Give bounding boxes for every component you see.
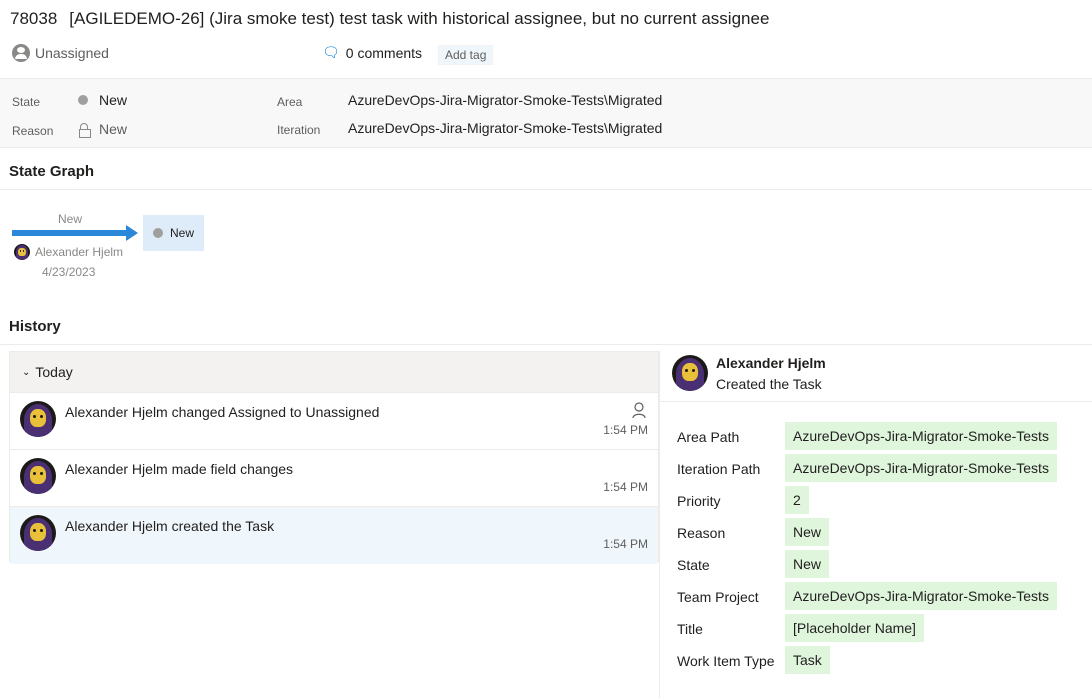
area-label: Area xyxy=(277,95,303,109)
field-changes-list: Area Path AzureDevOps-Jira-Migrator-Smok… xyxy=(677,422,1087,678)
avatar xyxy=(14,244,30,260)
field-change-value: New xyxy=(785,518,830,546)
history-item[interactable]: Alexander Hjelm created the Task 1:54 PM xyxy=(10,507,658,564)
detail-divider xyxy=(660,401,1092,402)
reason-label: Reason xyxy=(12,124,54,138)
field-change-row: Priority 2 xyxy=(677,486,1087,518)
field-change-value: AzureDevOps-Jira-Migrator-Smoke-Tests xyxy=(785,454,1057,482)
detail-action: Created the Task xyxy=(716,376,822,392)
field-change-label: Team Project xyxy=(677,589,759,605)
field-change-label: Priority xyxy=(677,493,721,509)
unassigned-avatar-icon xyxy=(12,44,30,62)
field-change-row: Iteration Path AzureDevOps-Jira-Migrator… xyxy=(677,454,1087,486)
work-item-title-row: 78038 [AGILEDEMO-26] (Jira smoke test) te… xyxy=(10,9,769,29)
reason-value: New xyxy=(99,121,128,137)
comment-icon: 🗨 xyxy=(322,44,340,60)
transition-user: Alexander Hjelm xyxy=(14,244,123,260)
field-change-label: Area Path xyxy=(677,429,740,445)
field-change-row: Area Path AzureDevOps-Jira-Migrator-Smok… xyxy=(677,422,1087,454)
state-value: New xyxy=(99,92,128,108)
history-item-time: 1:54 PM xyxy=(603,423,648,437)
history-detail-header: Alexander Hjelm Created the Task xyxy=(672,355,1092,401)
transition-user-name: Alexander Hjelm xyxy=(35,245,124,259)
field-change-label: Title xyxy=(677,621,703,637)
field-change-row: Work Item Type Task xyxy=(677,646,1087,678)
transition-date: 4/23/2023 xyxy=(42,265,96,279)
avatar xyxy=(20,515,56,551)
state-graph-title: State Graph xyxy=(9,163,95,180)
field-change-row: State New xyxy=(677,550,1087,582)
history-title: History xyxy=(9,318,61,335)
history-item[interactable]: Alexander Hjelm changed Assigned to Unas… xyxy=(10,393,658,450)
comments-count: 0 comments xyxy=(345,44,423,61)
state-dot-icon xyxy=(153,228,163,238)
field-change-value: New xyxy=(785,550,830,578)
field-change-label: State xyxy=(677,557,710,573)
history-item-text: Alexander Hjelm changed Assigned to Unas… xyxy=(65,404,380,420)
lock-icon xyxy=(79,122,91,138)
chevron-down-icon: ⌄ xyxy=(22,366,31,378)
field-change-value: [Placeholder Name] xyxy=(785,614,924,642)
history-item-text: Alexander Hjelm created the Task xyxy=(65,518,275,534)
work-item-header: 78038 [AGILEDEMO-26] (Jira smoke test) te… xyxy=(0,0,1092,78)
avatar xyxy=(672,355,708,391)
person-icon xyxy=(632,402,646,418)
history-group-label: Today xyxy=(35,364,73,380)
field-change-value: 2 xyxy=(785,486,809,514)
reason-field: New xyxy=(79,121,128,138)
work-item-title[interactable]: [AGILEDEMO-26] (Jira smoke test) test ta… xyxy=(69,9,769,28)
history-list: ⌄ Today Alexander Hjelm changed Assigned… xyxy=(9,351,659,564)
field-change-label: Reason xyxy=(677,525,726,541)
field-change-label: Iteration Path xyxy=(677,461,761,477)
work-item-id: 78038 xyxy=(10,9,58,28)
state-dot-icon xyxy=(78,95,88,105)
history-splitter[interactable] xyxy=(659,351,660,698)
history-group-today[interactable]: ⌄ Today xyxy=(10,352,658,393)
add-tag-button[interactable]: Add tag xyxy=(438,45,494,65)
transition-arrow xyxy=(12,225,138,241)
state-field[interactable]: New xyxy=(78,92,127,108)
area-value: AzureDevOps-Jira-Migrator-Smoke-Tests\Mi… xyxy=(348,92,663,108)
state-graph-divider xyxy=(0,189,1092,190)
detail-user-name: Alexander Hjelm xyxy=(716,355,826,371)
history-item-time: 1:54 PM xyxy=(603,480,648,494)
state-node-new: New xyxy=(143,215,204,251)
field-change-row: Team Project AzureDevOps-Jira-Migrator-S… xyxy=(677,582,1087,614)
history-divider xyxy=(0,344,1092,345)
avatar xyxy=(20,401,56,437)
avatar xyxy=(20,458,56,494)
assignee-name: Unassigned xyxy=(35,45,109,61)
transition-label: New xyxy=(58,212,83,226)
field-change-label: Work Item Type xyxy=(677,653,775,669)
comments-link[interactable]: 🗨 0 comments xyxy=(322,44,422,61)
assignee-picker[interactable]: Unassigned xyxy=(12,44,109,62)
iteration-label: Iteration xyxy=(277,123,321,137)
iteration-value: AzureDevOps-Jira-Migrator-Smoke-Tests\Mi… xyxy=(348,120,663,136)
field-change-row: Reason New xyxy=(677,518,1087,550)
field-change-value: AzureDevOps-Jira-Migrator-Smoke-Tests xyxy=(785,582,1057,610)
iteration-field[interactable]: AzureDevOps-Jira-Migrator-Smoke-Tests\Mi… xyxy=(348,120,662,136)
field-change-value: AzureDevOps-Jira-Migrator-Smoke-Tests xyxy=(785,422,1057,450)
field-change-row: Title [Placeholder Name] xyxy=(677,614,1087,646)
history-item-time: 1:54 PM xyxy=(603,537,648,551)
fields-bar: State New Reason New Area AzureDevOps-Ji… xyxy=(0,78,1092,148)
area-field[interactable]: AzureDevOps-Jira-Migrator-Smoke-Tests\Mi… xyxy=(348,92,662,108)
work-item-meta: Unassigned 🗨 0 comments Add tag xyxy=(12,44,1082,66)
history-item[interactable]: Alexander Hjelm made field changes 1:54 … xyxy=(10,450,658,507)
state-node-label: New xyxy=(170,226,195,240)
history-item-text: Alexander Hjelm made field changes xyxy=(65,461,294,477)
state-label: State xyxy=(12,95,41,109)
field-change-value: Task xyxy=(785,646,830,674)
